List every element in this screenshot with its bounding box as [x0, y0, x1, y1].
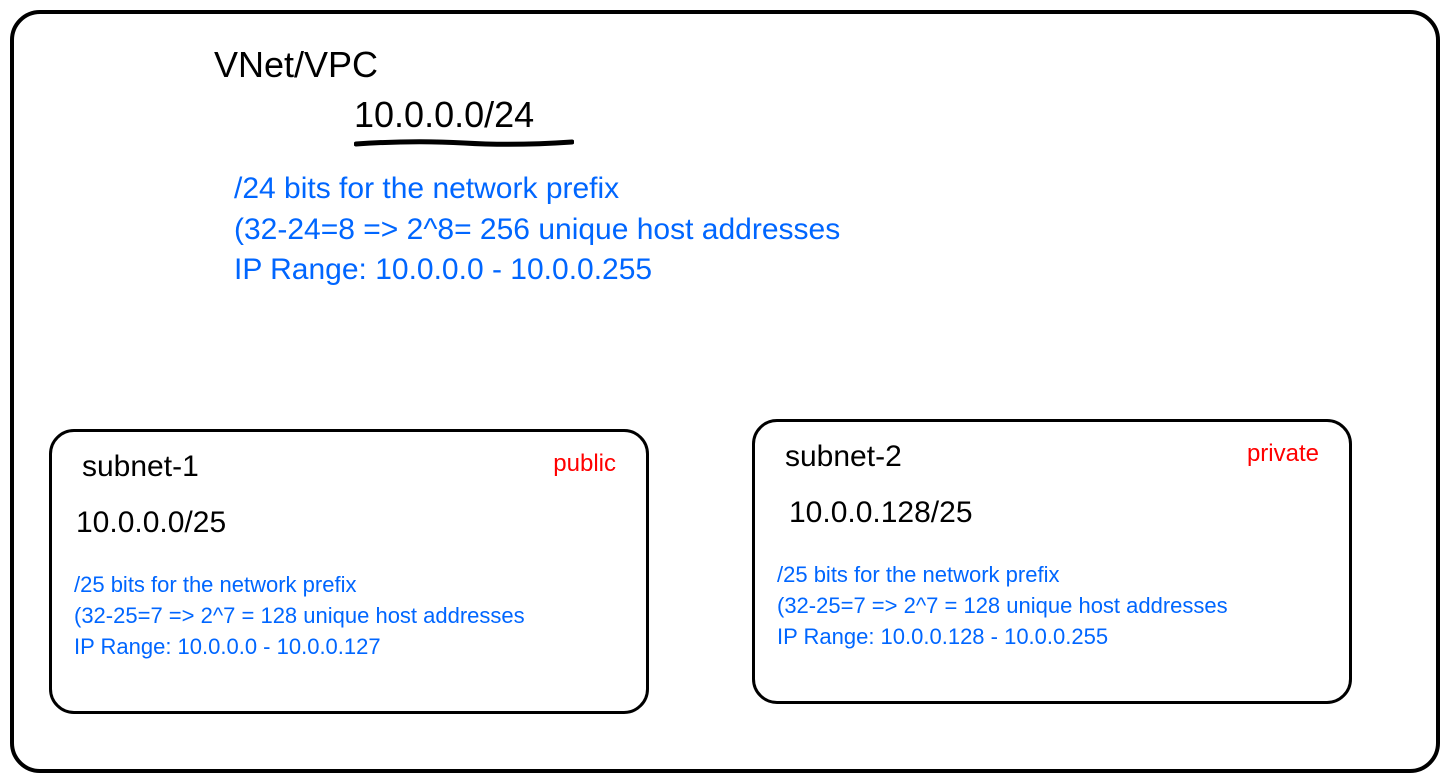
subnet-1-header: subnet-1 public [74, 450, 624, 484]
subnet-1-note: /25 bits for the network prefix (32-25=7… [74, 570, 624, 662]
subnet-1-cidr: 10.0.0.0/25 [74, 506, 624, 540]
subnet-2-box: subnet-2 private 10.0.0.128/25 /25 bits … [752, 419, 1352, 704]
subnet-2-note-line1: /25 bits for the network prefix [777, 560, 1327, 591]
subnet-2-note-line3: IP Range: 10.0.0.128 - 10.0.0.255 [777, 622, 1327, 653]
subnet-1-name: subnet-1 [74, 450, 199, 484]
subnet-2-header: subnet-2 private [777, 440, 1327, 474]
vpc-note: /24 bits for the network prefix (32-24=8… [234, 169, 840, 291]
subnet-1-note-line3: IP Range: 10.0.0.0 - 10.0.0.127 [74, 632, 624, 663]
vpc-note-line2: (32-24=8 => 2^8= 256 unique host address… [234, 210, 840, 251]
subnet-2-note-line2: (32-25=7 => 2^7 = 128 unique host addres… [777, 591, 1327, 622]
subnet-1-box: subnet-1 public 10.0.0.0/25 /25 bits for… [49, 429, 649, 714]
subnet-1-note-line2: (32-25=7 => 2^7 = 128 unique host addres… [74, 601, 624, 632]
subnet-2-name: subnet-2 [777, 440, 902, 474]
subnet-1-scope: public [553, 450, 624, 478]
vpc-note-line3: IP Range: 10.0.0.0 - 10.0.0.255 [234, 250, 840, 291]
subnet-1-note-line1: /25 bits for the network prefix [74, 570, 624, 601]
vpc-title: VNet/VPC [214, 44, 378, 86]
subnet-2-scope: private [1247, 440, 1327, 468]
vpc-cidr-block: 10.0.0.0/24 [354, 94, 574, 150]
hand-underline-icon [354, 138, 574, 150]
subnet-2-cidr: 10.0.0.128/25 [777, 496, 1327, 530]
vpc-note-line1: /24 bits for the network prefix [234, 169, 840, 210]
vpc-cidr-text: 10.0.0.0/24 [354, 94, 574, 136]
subnet-2-note: /25 bits for the network prefix (32-25=7… [777, 560, 1327, 652]
vpc-container: VNet/VPC 10.0.0.0/24 /24 bits for the ne… [10, 10, 1440, 773]
